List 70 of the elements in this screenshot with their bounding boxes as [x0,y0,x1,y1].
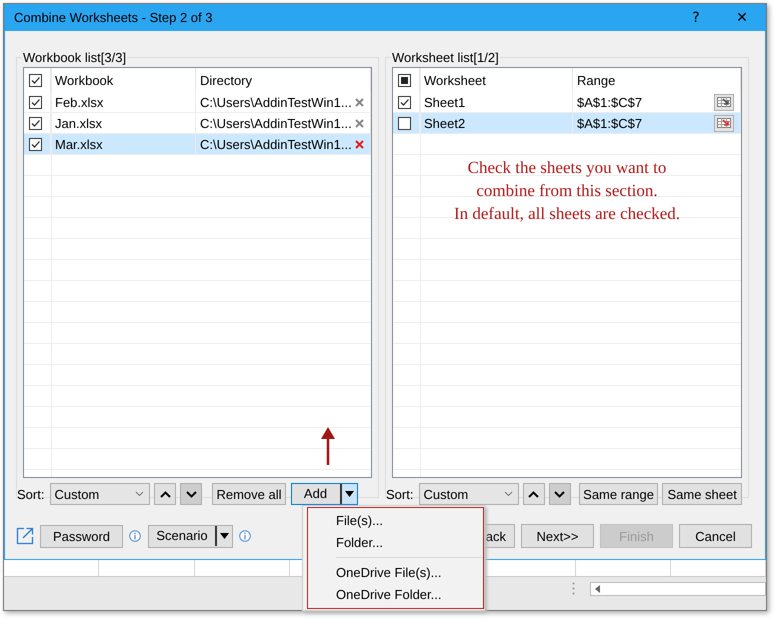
checkbox[interactable] [29,138,42,150]
nav-button[interactable]: Cancel [679,524,752,548]
table-cell: Sheet2 [420,113,573,133]
move-up-button[interactable] [523,483,545,505]
remove-all-button[interactable]: Remove all [212,483,286,505]
sort-label: Sort: [386,486,414,502]
close-icon[interactable] [355,118,364,128]
list-row[interactable]: Sheet2 $A$1:$C$7 [393,113,741,134]
annotation-arrow [320,427,336,465]
table-cell: C:\Users\AddinTestWin1... [200,116,352,130]
info-icon[interactable] [129,530,141,542]
checkbox[interactable] [29,74,42,86]
menu-item[interactable]: OneDrive File(s)... [308,562,483,584]
checkbox[interactable] [398,116,411,130]
move-down-button[interactable] [180,483,202,505]
sort-dropdown[interactable]: Custom [419,483,519,505]
dropdown-arrow-icon[interactable] [344,491,354,497]
column-header[interactable]: Range [573,68,741,92]
table-cell: $A$1:$C$7 [577,94,642,110]
dropdown-arrow-icon[interactable] [220,533,229,539]
action-button[interactable]: Same sheet [662,483,742,505]
menu-item[interactable]: Folder... [308,532,483,554]
table-cell: Jan.xlsx [51,113,196,133]
info-icon[interactable] [239,530,251,542]
table-cell: Mar.xlsx [51,134,196,154]
table-cell: $A$1:$C$7 [577,116,642,130]
checkbox[interactable] [398,96,411,108]
help-button[interactable]: ? [673,4,719,31]
list-row[interactable]: Mar.xlsx C:\Users\AddinTestWin1... [24,134,371,155]
menu-item[interactable]: OneDrive Folder... [308,584,483,606]
chevron-icon [135,491,144,497]
chevron-up-icon[interactable] [160,490,171,498]
range-picker-button[interactable] [714,94,734,110]
close-button[interactable]: ✕ [719,4,765,31]
chevron-up-icon[interactable] [528,490,540,498]
scenario-button[interactable]: Scenario [148,524,233,548]
checkbox[interactable] [29,116,42,130]
close-icon[interactable] [355,98,364,106]
share-icon[interactable] [16,527,34,545]
list-row[interactable]: Feb.xlsx C:\Users\AddinTestWin1... [24,92,371,113]
sort-dropdown[interactable]: Custom [50,483,150,505]
chevron-down-icon[interactable] [186,490,197,498]
group-title: Workbook list[3/3] [22,50,128,65]
move-up-button[interactable] [154,483,176,505]
chevron-icon [504,491,513,497]
sort-label: Sort: [17,486,44,502]
table-cell: C:\Users\AddinTestWin1... [200,136,352,152]
action-button[interactable]: Same range [578,483,658,505]
column-header[interactable]: Worksheet [420,68,573,92]
table-cell: Feb.xlsx [51,92,196,112]
column-header[interactable]: Directory [196,68,371,92]
table-cell: Sheet1 [420,92,573,112]
move-down-button[interactable] [548,483,571,505]
grip-icon[interactable] [572,582,575,595]
table-cell: C:\Users\AddinTestWin1... [200,94,352,110]
close-icon[interactable] [355,140,364,148]
range-picker-button[interactable] [714,114,734,132]
checkbox[interactable] [398,74,411,86]
scroll-bar[interactable] [590,582,766,596]
add-button[interactable]: Add [290,483,358,505]
chevron-down-icon[interactable] [554,490,566,498]
group-title: Worksheet list[1/2] [391,50,500,65]
nav-button[interactable]: Next>> [521,524,594,548]
checkbox[interactable] [29,96,42,108]
annotation-text: Check the sheets you want to combine from this section. In default, all sheets are checked. [452,157,682,225]
scroll-left-icon[interactable] [595,584,600,592]
column-header[interactable]: Workbook [51,68,196,92]
menu-item[interactable]: File(s)... [308,510,483,532]
password-button[interactable]: Password [40,524,123,548]
window-title: Combine Worksheets - Step 2 of 3 [14,10,212,25]
